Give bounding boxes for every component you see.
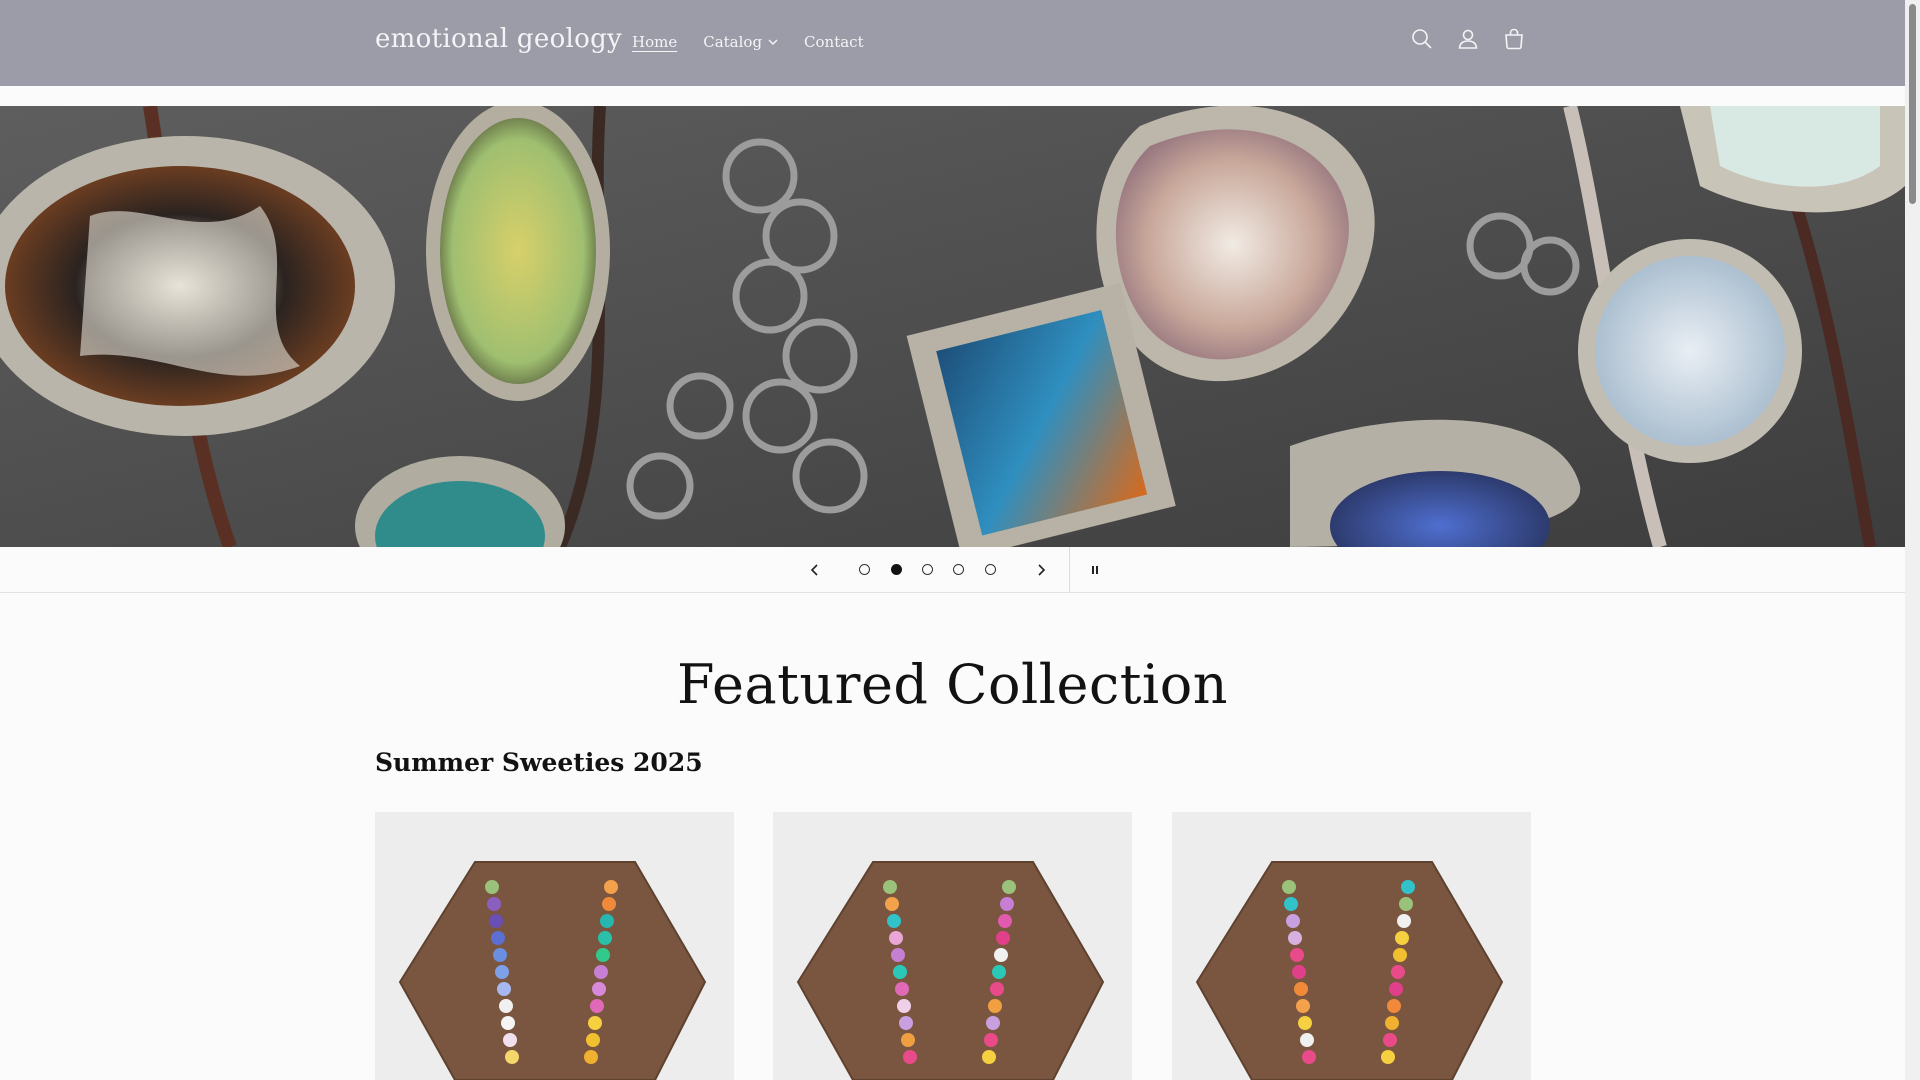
slide-dot-5[interactable]: [985, 564, 996, 575]
pause-slideshow-button[interactable]: [1084, 559, 1106, 581]
header-actions: [1410, 27, 1526, 51]
pause-icon: [1092, 566, 1098, 574]
product-card-1[interactable]: [375, 812, 734, 1080]
chevron-down-icon: [768, 38, 778, 45]
product-card-3[interactable]: [1172, 812, 1531, 1080]
slide-dot-4[interactable]: [953, 564, 964, 575]
nav-home-label: Home: [632, 33, 678, 51]
next-slide-button[interactable]: [1030, 559, 1052, 581]
nav-catalog-label: Catalog: [703, 33, 763, 51]
nav-home[interactable]: Home: [632, 33, 677, 51]
collection-name[interactable]: Summer Sweeties 2025: [375, 748, 703, 777]
slide-dot-2[interactable]: [891, 564, 902, 575]
page-scrollbar[interactable]: [1905, 0, 1920, 1080]
featured-collection-title: Featured Collection: [677, 653, 1228, 716]
controls-divider: [1069, 547, 1070, 593]
slide-dot-1[interactable]: [859, 564, 870, 575]
cart-icon[interactable]: [1502, 27, 1526, 51]
product-card-2[interactable]: [773, 812, 1132, 1080]
nav-contact[interactable]: Contact: [804, 33, 864, 51]
scrollbar-thumb[interactable]: [1909, 4, 1916, 204]
hero-image: [0, 106, 1905, 547]
slide-dot-3[interactable]: [922, 564, 933, 575]
main-nav: Home Catalog Contact: [632, 33, 864, 51]
product-image: [773, 812, 1132, 1080]
site-header: emotional geology Home Catalog Contact: [0, 0, 1905, 86]
search-icon[interactable]: [1410, 27, 1434, 51]
hero-slideshow: [0, 106, 1905, 547]
nav-catalog[interactable]: Catalog: [703, 33, 778, 51]
chevron-right-icon: [1038, 564, 1046, 576]
product-image: [1172, 812, 1531, 1080]
account-icon[interactable]: [1456, 27, 1480, 51]
site-logo[interactable]: emotional geology: [375, 24, 622, 54]
nav-contact-label: Contact: [804, 33, 864, 51]
product-image: [375, 812, 734, 1080]
previous-slide-button[interactable]: [804, 559, 826, 581]
chevron-left-icon: [810, 564, 818, 576]
